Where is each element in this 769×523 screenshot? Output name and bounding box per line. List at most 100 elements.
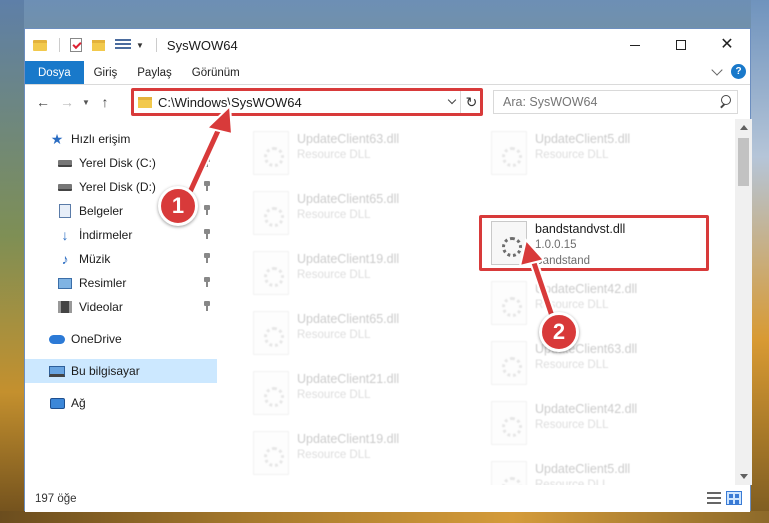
file-type: Resource DLL	[297, 269, 371, 281]
sidebar-item-pictures[interactable]: Resimler	[25, 271, 217, 295]
file-item[interactable]: UpdateClient65.dll Resource DLL	[245, 187, 477, 241]
file-item[interactable]: UpdateClient63.dll Resource DLL	[483, 337, 715, 391]
file-item[interactable]: UpdateClient19.dll Resource DLL	[245, 247, 477, 301]
customize-toolbar-icon[interactable]	[115, 39, 131, 51]
pin-icon[interactable]	[203, 301, 211, 311]
sidebar-item-label: Yerel Disk (D:)	[79, 180, 156, 194]
file-item[interactable]: UpdateClient63.dll Resource DLL	[245, 127, 477, 181]
forward-button[interactable]: →	[55, 90, 79, 114]
pictures-icon	[57, 276, 73, 290]
minimize-button[interactable]	[612, 29, 658, 61]
desktop-background-right	[751, 0, 769, 523]
title-bar: ▼ SysWOW64 ✕	[25, 29, 750, 61]
refresh-button[interactable]: ↻	[460, 91, 482, 113]
address-bar[interactable]: C:\Windows\SysWOW64 ↻	[131, 90, 483, 114]
file-type: Resource DLL	[297, 149, 371, 161]
file-name: UpdateClient19.dll	[297, 432, 400, 446]
vertical-scrollbar[interactable]	[735, 119, 752, 485]
network-icon	[49, 396, 65, 410]
toolbar-dropdown-icon[interactable]: ▼	[136, 41, 144, 50]
close-button[interactable]: ✕	[704, 29, 750, 61]
pin-icon[interactable]	[203, 229, 211, 239]
tab-view[interactable]: Görünüm	[182, 61, 250, 84]
search-input[interactable]	[494, 95, 715, 109]
file-name: UpdateClient65.dll	[297, 192, 400, 206]
star-icon: ★	[50, 130, 64, 147]
sidebar-item-network[interactable]: Ağ	[25, 391, 217, 415]
file-item[interactable]: UpdateClient42.dll Resource DLL	[483, 397, 715, 451]
drive-icon	[57, 156, 73, 170]
expand-ribbon-icon[interactable]	[711, 63, 723, 76]
pin-icon[interactable]	[203, 253, 211, 263]
file-type: Resource DLL	[535, 479, 609, 485]
new-folder-icon[interactable]	[92, 39, 105, 51]
file-name: UpdateClient63.dll	[297, 132, 400, 146]
window-title: SysWOW64	[166, 37, 238, 53]
pin-icon[interactable]	[203, 157, 211, 167]
toolbar-divider	[59, 38, 60, 52]
scroll-up-button[interactable]	[735, 119, 752, 136]
step-1-badge: 1	[158, 186, 198, 226]
tiles-view-icon[interactable]	[726, 491, 742, 505]
file-name: UpdateClient65.dll	[297, 312, 400, 326]
download-icon: ↓	[61, 227, 69, 243]
dll-file-icon	[491, 341, 527, 385]
recent-locations-button[interactable]: ▼	[79, 98, 93, 107]
tab-file[interactable]: Dosya	[25, 61, 84, 84]
pin-icon[interactable]	[203, 181, 211, 191]
view-switcher	[706, 491, 742, 505]
file-name: UpdateClient42.dll	[535, 402, 638, 416]
maximize-button[interactable]	[658, 29, 704, 61]
drive-icon	[57, 180, 73, 194]
file-item[interactable]: UpdateClient5.dll Resource DLL	[483, 457, 715, 485]
dll-file-icon	[253, 251, 289, 295]
ribbon-right-controls: ?	[711, 63, 746, 79]
sidebar-item-label: Yerel Disk (C:)	[79, 156, 156, 170]
sidebar-item-downloads[interactable]: ↓ İndirmeler	[25, 223, 217, 247]
address-path[interactable]: C:\Windows\SysWOW64	[158, 95, 442, 110]
up-button[interactable]: ↑	[93, 90, 117, 114]
search-box[interactable]	[493, 90, 738, 114]
step-2-badge: 2	[539, 312, 579, 352]
file-type: Resource DLL	[297, 329, 371, 341]
file-type: Resource DLL	[297, 449, 371, 461]
toolbar-divider	[155, 38, 157, 52]
file-item[interactable]: UpdateClient65.dll Resource DLL	[245, 307, 477, 361]
sidebar-item-local-disk-c[interactable]: Yerel Disk (C:)	[25, 151, 217, 175]
dll-file-icon	[491, 461, 527, 485]
sidebar-item-this-pc[interactable]: Bu bilgisayar	[25, 359, 217, 383]
search-icon[interactable]	[715, 91, 737, 113]
address-dropdown-button[interactable]	[442, 91, 460, 113]
ribbon-tabs: Dosya Giriş Paylaş Görünüm ?	[25, 61, 750, 85]
file-item[interactable]: UpdateClient5.dll Resource DLL	[483, 127, 715, 181]
sidebar-item-videos[interactable]: Videolar	[25, 295, 217, 319]
file-item[interactable]: UpdateClient21.dll Resource DLL	[245, 367, 477, 421]
file-item[interactable]: UpdateClient19.dll Resource DLL	[245, 427, 477, 481]
details-view-icon[interactable]	[706, 491, 722, 505]
sidebar-item-label: Belgeler	[79, 204, 124, 218]
tab-home[interactable]: Giriş	[84, 61, 128, 84]
dll-file-icon	[253, 131, 289, 175]
sidebar-item-label: Resimler	[79, 276, 127, 290]
file-type: Resource DLL	[297, 209, 371, 221]
pin-icon[interactable]	[203, 205, 211, 215]
properties-check-icon[interactable]	[70, 38, 82, 52]
minimize-icon	[630, 44, 640, 46]
dll-file-icon	[491, 131, 527, 175]
sidebar-item-onedrive[interactable]: OneDrive	[25, 327, 217, 351]
file-type: Resource DLL	[535, 299, 609, 311]
sidebar-item-quick-access[interactable]: ★ Hızlı erişim	[25, 127, 217, 151]
dll-file-icon	[253, 371, 289, 415]
sidebar-item-label: Bu bilgisayar	[71, 364, 140, 378]
file-item[interactable]: UpdateClient42.dll Resource DLL	[483, 277, 715, 331]
back-button[interactable]: ←	[31, 90, 55, 114]
scroll-down-button[interactable]	[735, 468, 752, 485]
sidebar-item-music[interactable]: ♪ Müzik	[25, 247, 217, 271]
pin-icon[interactable]	[203, 277, 211, 287]
dll-file-icon	[253, 431, 289, 475]
help-icon[interactable]: ?	[731, 64, 746, 79]
videos-icon	[57, 300, 73, 314]
documents-icon	[57, 204, 73, 218]
scroll-thumb[interactable]	[738, 138, 749, 186]
tab-share[interactable]: Paylaş	[127, 61, 182, 84]
